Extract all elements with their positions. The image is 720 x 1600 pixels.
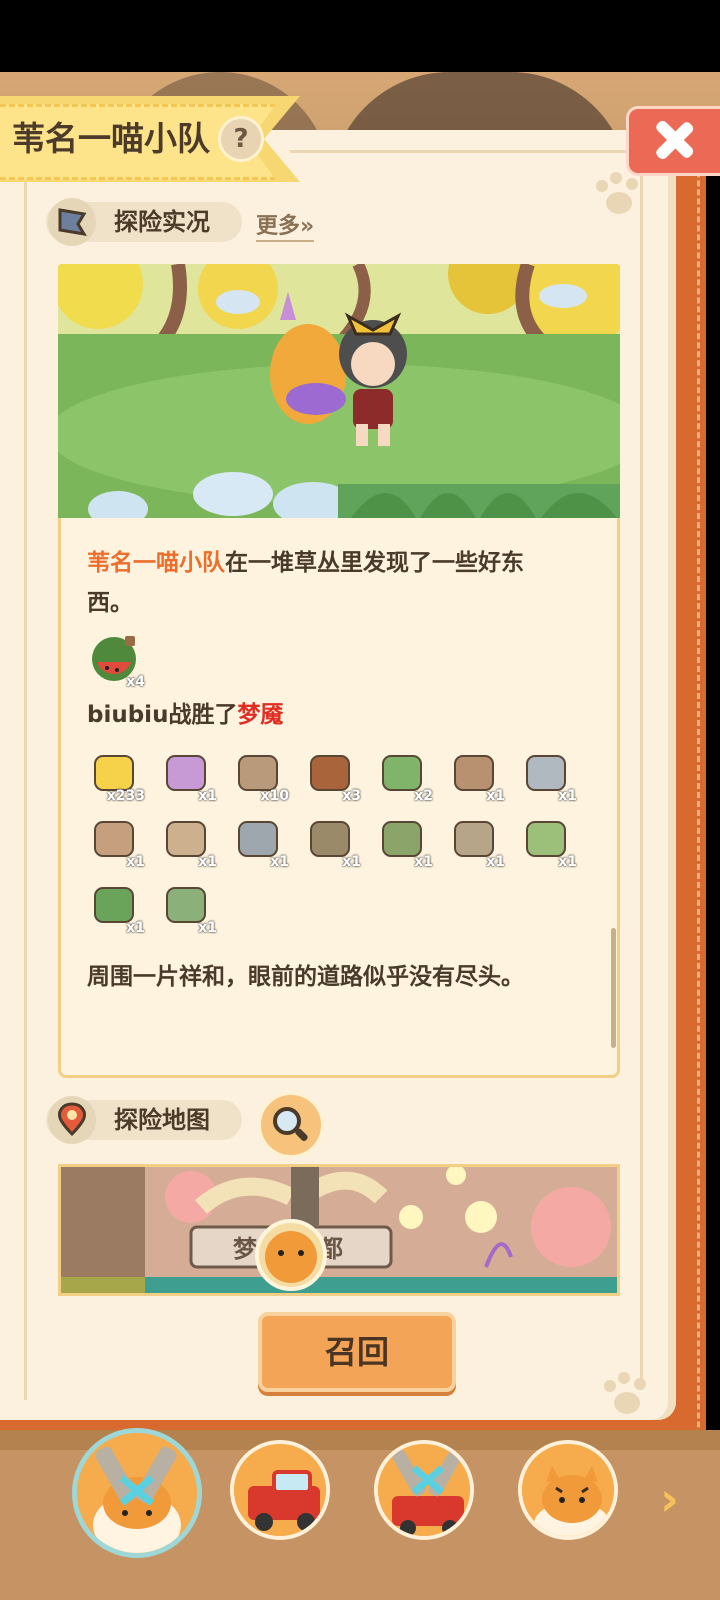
adventure-scene-image [58, 264, 620, 522]
reward-item[interactable]: x10 [231, 746, 289, 804]
item-quantity: x2 [414, 788, 433, 804]
armored-tiger-icon [77, 1433, 197, 1553]
reward-item[interactable]: x1 [519, 746, 577, 804]
reward-item[interactable]: x1 [159, 812, 217, 870]
battle-verb: 战胜了 [168, 702, 238, 728]
adventure-map-preview[interactable]: 梦 都 [58, 1164, 620, 1296]
item-quantity: x10 [260, 788, 289, 804]
team-slot-2[interactable] [230, 1440, 330, 1540]
log-entry-found: 苇名一喵小队在一堆草丛里发现了一些好东 [87, 544, 524, 582]
item-quantity: x1 [198, 854, 217, 870]
reward-item[interactable]: x1 [159, 878, 217, 936]
page-border-line [24, 160, 27, 1400]
item-quantity: x1 [198, 788, 217, 804]
reward-item[interactable]: x1 [303, 812, 361, 870]
item-quantity: x1 [486, 854, 505, 870]
reward-item[interactable]: x2 [375, 746, 433, 804]
reward-item[interactable]: x1 [231, 812, 289, 870]
item-quantity: x1 [342, 854, 361, 870]
reward-item[interactable]: x1 [375, 812, 433, 870]
log-entry-battle: biubiu战胜了梦魇 [87, 696, 283, 734]
team-slot-3[interactable] [374, 1440, 474, 1540]
item-quantity: x1 [414, 854, 433, 870]
log-text: 在一堆草丛里发现了一些好东 [225, 550, 524, 576]
reward-item[interactable]: x4 [87, 632, 145, 690]
section-header-map: 探险地图 [46, 1096, 242, 1144]
section-label: 探险实况 [114, 208, 210, 236]
next-team-arrow-icon[interactable]: › [660, 1472, 679, 1526]
page-border-line [290, 150, 640, 153]
battle-actor: biubiu [87, 702, 169, 728]
enemy-name-highlight: 梦魇 [237, 702, 284, 728]
log-entry-closing: 周围一片祥和，眼前的道路似乎没有尽头。 [87, 964, 524, 990]
reward-item[interactable]: x1 [447, 746, 505, 804]
close-button[interactable] [626, 106, 720, 176]
more-link[interactable]: 更多» [256, 208, 315, 242]
item-quantity: x1 [198, 920, 217, 936]
reward-item[interactable]: x3 [303, 746, 361, 804]
log-text-continued: 西。 [87, 590, 133, 616]
recall-button[interactable]: 召回 [258, 1312, 456, 1392]
page-border-line [640, 170, 643, 1390]
close-icon [656, 120, 694, 160]
reward-item[interactable]: x1 [87, 878, 145, 936]
item-quantity: x1 [270, 854, 289, 870]
item-quantity: x3 [342, 788, 361, 804]
help-button[interactable]: ? [218, 116, 264, 162]
log-scrollbar[interactable] [611, 928, 616, 1048]
reward-item[interactable]: x1 [447, 812, 505, 870]
item-quantity: x1 [558, 854, 577, 870]
section-label: 探险地图 [114, 1106, 210, 1134]
item-quantity: x233 [106, 788, 145, 804]
map-search-button[interactable] [258, 1092, 324, 1158]
team-name-highlight: 苇名一喵小队 [87, 550, 225, 576]
item-quantity: x1 [126, 920, 145, 936]
item-quantity: x4 [126, 674, 145, 690]
status-bar-area [0, 0, 720, 72]
paw-print-icon [600, 1370, 650, 1420]
reward-item[interactable]: x233 [87, 746, 145, 804]
magnifier-icon [273, 1107, 308, 1141]
item-quantity: x1 [486, 788, 505, 804]
reward-item[interactable]: x1 [87, 812, 145, 870]
paw-print-icon [592, 170, 642, 220]
flag-icon [48, 198, 96, 246]
reward-item[interactable]: x1 [159, 746, 217, 804]
team-slot-4[interactable] [518, 1440, 618, 1540]
location-name-part: 梦 [233, 1235, 258, 1263]
team-title: 苇名一喵小队 [12, 119, 210, 158]
adventure-log-panel: 苇名一喵小队在一堆草丛里发现了一些好东 西。 x4 biubiu战胜了梦魇 x2… [58, 518, 620, 1078]
item-quantity: x1 [558, 788, 577, 804]
map-pin-icon [48, 1096, 96, 1144]
reward-item[interactable]: x1 [519, 812, 577, 870]
item-quantity: x1 [126, 854, 145, 870]
team-slot-1[interactable] [72, 1428, 202, 1558]
section-header-live: 探险实况 [46, 198, 242, 246]
